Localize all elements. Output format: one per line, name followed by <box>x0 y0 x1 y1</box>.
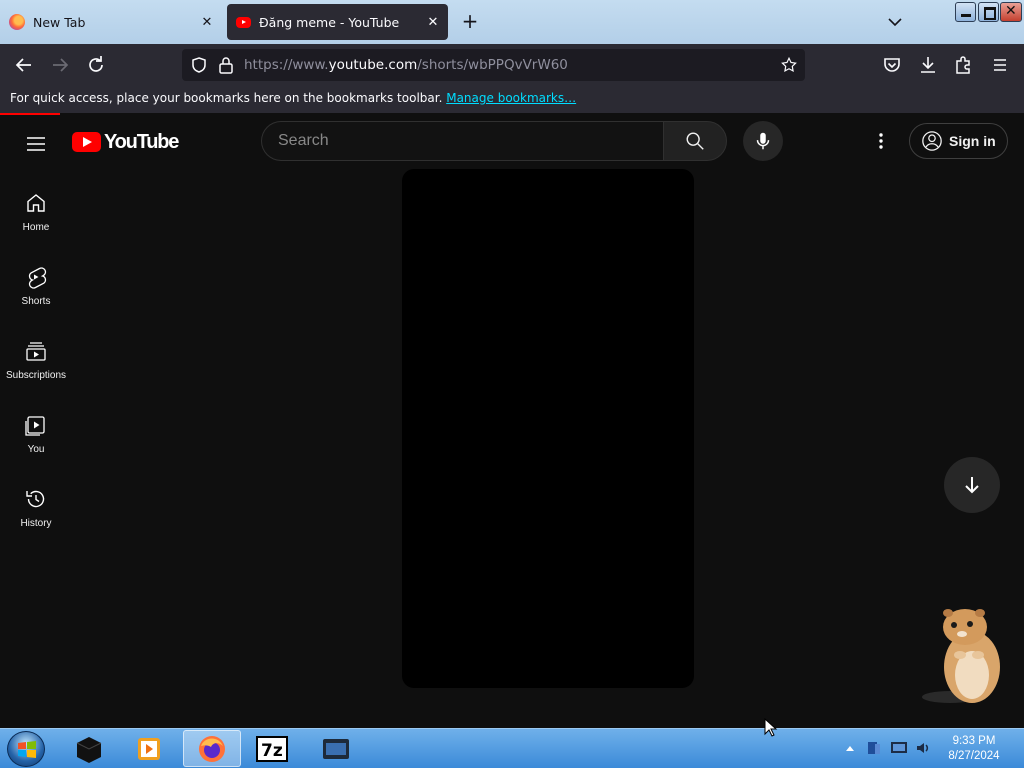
remote-desktop-icon <box>323 739 349 759</box>
shorts-video-player[interactable] <box>402 169 694 688</box>
action-center-icon[interactable] <box>866 740 882 756</box>
sidebar-item-label: History <box>20 518 52 529</box>
pocket-button[interactable] <box>880 53 904 77</box>
firefox-icon <box>199 736 225 762</box>
restore-button[interactable] <box>978 2 999 22</box>
close-window-button[interactable] <box>1000 2 1022 22</box>
taskbar-remote-desktop[interactable] <box>307 730 365 767</box>
sidebar-item-label: Home <box>22 222 50 233</box>
clock-date: 8/27/2024 <box>948 750 1000 762</box>
microphone-icon <box>756 132 770 150</box>
close-tab-icon[interactable]: ✕ <box>197 15 217 30</box>
voice-search-button[interactable] <box>743 121 783 161</box>
youtube-wordmark: YouTube <box>104 130 179 153</box>
bookmarks-message: For quick access, place your bookmarks h… <box>10 91 447 105</box>
navigation-toolbar: https://www.youtube.com/shorts/wbPPQvVrW… <box>0 44 1024 86</box>
bookmarks-toolbar: For quick access, place your bookmarks h… <box>0 86 1024 113</box>
lock-icon[interactable] <box>218 56 234 74</box>
pocket-icon <box>884 58 900 72</box>
sidebar-item-you[interactable]: You <box>0 405 72 479</box>
tab-youtube[interactable]: Đăng meme - YouTube ✕ <box>227 4 448 40</box>
url-text[interactable]: https://www.youtube.com/shorts/wbPPQvVrW… <box>244 57 568 73</box>
puzzle-icon <box>956 56 970 74</box>
close-tab-icon[interactable]: ✕ <box>423 15 443 30</box>
youtube-play-icon <box>72 132 101 152</box>
taskbar-7zip[interactable]: 7z <box>243 730 301 767</box>
7zip-icon: 7z <box>256 736 288 762</box>
taskbar-firefox[interactable] <box>183 730 241 767</box>
browser-tab-strip: New Tab ✕ Đăng meme - YouTube ✕ + <box>0 0 1024 44</box>
bookmark-star-icon[interactable] <box>780 56 798 74</box>
sign-in-label: Sign in <box>949 133 996 149</box>
download-icon <box>921 57 935 73</box>
next-short-button[interactable] <box>944 457 1000 513</box>
hamburger-menu-icon <box>994 59 1006 71</box>
url-prefix: https://www. <box>244 57 329 73</box>
windows-taskbar: 7z 9:33 PM 8/27/2024 <box>0 728 1024 768</box>
mouse-cursor-icon <box>764 718 778 737</box>
search-box[interactable]: Search <box>261 121 663 161</box>
home-icon <box>27 194 45 212</box>
arrow-right-icon <box>53 58 69 72</box>
tab-new-tab[interactable]: New Tab ✕ <box>0 4 222 40</box>
youtube-favicon-icon <box>236 16 251 28</box>
taskbar-media-player[interactable] <box>120 730 178 767</box>
search-input[interactable]: Search <box>278 132 329 150</box>
reload-icon <box>89 56 103 72</box>
arrow-down-icon <box>965 477 979 494</box>
hamburger-menu-icon <box>27 137 45 151</box>
system-clock[interactable]: 9:33 PM 8/27/2024 <box>944 734 1004 764</box>
sidebar-item-subscriptions[interactable]: Subscriptions <box>0 331 72 405</box>
taskbar-terminal[interactable] <box>60 730 118 767</box>
url-path: /shorts/wbPPQvVrW60 <box>417 57 568 73</box>
start-button[interactable] <box>7 731 45 767</box>
show-hidden-icons-icon[interactable] <box>845 744 855 752</box>
forward-button[interactable] <box>48 53 72 77</box>
search-icon <box>686 132 704 150</box>
url-domain: youtube.com <box>328 57 418 73</box>
shield-icon[interactable] <box>190 56 208 74</box>
sidebar-item-shorts[interactable]: Shorts <box>0 257 72 331</box>
account-circle-icon <box>922 131 942 151</box>
app-menu-button[interactable] <box>988 53 1012 77</box>
search-button[interactable] <box>663 121 727 161</box>
subscriptions-icon <box>26 342 46 361</box>
minimize-button[interactable] <box>955 2 976 22</box>
manage-bookmarks-link[interactable]: Manage bookmarks… <box>446 91 576 105</box>
youtube-page: YouTube Search Sign in Home Shorts Subsc… <box>0 115 1024 728</box>
terminal-icon <box>76 737 102 763</box>
firefox-icon <box>9 14 25 30</box>
tab-title: New Tab <box>33 14 86 30</box>
sidebar-item-history[interactable]: History <box>0 479 72 553</box>
back-button[interactable] <box>12 53 36 77</box>
svg-text:7z: 7z <box>261 741 283 761</box>
guide-menu-button[interactable] <box>24 132 48 156</box>
hamster-sticker-image <box>922 609 1000 703</box>
sidebar-item-home[interactable]: Home <box>0 183 72 257</box>
new-tab-button[interactable]: + <box>458 10 482 34</box>
url-bar[interactable]: https://www.youtube.com/shorts/wbPPQvVrW… <box>182 49 805 81</box>
extensions-button[interactable] <box>952 53 976 77</box>
chevron-down-icon <box>888 18 902 27</box>
network-icon[interactable] <box>890 740 908 756</box>
settings-menu-button[interactable] <box>869 129 893 153</box>
list-all-tabs-button[interactable] <box>883 10 907 34</box>
windows-logo-icon <box>18 741 36 758</box>
you-icon <box>25 416 45 436</box>
history-icon <box>26 490 45 508</box>
sidebar-item-label: Subscriptions <box>5 370 67 381</box>
clock-time: 9:33 PM <box>952 735 996 747</box>
sidebar-item-label: Shorts <box>21 296 51 307</box>
sign-in-button[interactable]: Sign in <box>909 123 1008 159</box>
downloads-button[interactable] <box>916 53 940 77</box>
tab-title: Đăng meme - YouTube <box>259 14 400 30</box>
sidebar-item-label: You <box>27 444 45 455</box>
shorts-icon <box>28 267 47 289</box>
volume-icon[interactable] <box>915 740 931 756</box>
youtube-logo[interactable]: YouTube <box>72 130 179 154</box>
media-player-icon <box>138 738 160 760</box>
reload-button[interactable] <box>84 53 108 77</box>
arrow-left-icon <box>15 58 31 72</box>
more-vertical-icon <box>879 133 883 149</box>
